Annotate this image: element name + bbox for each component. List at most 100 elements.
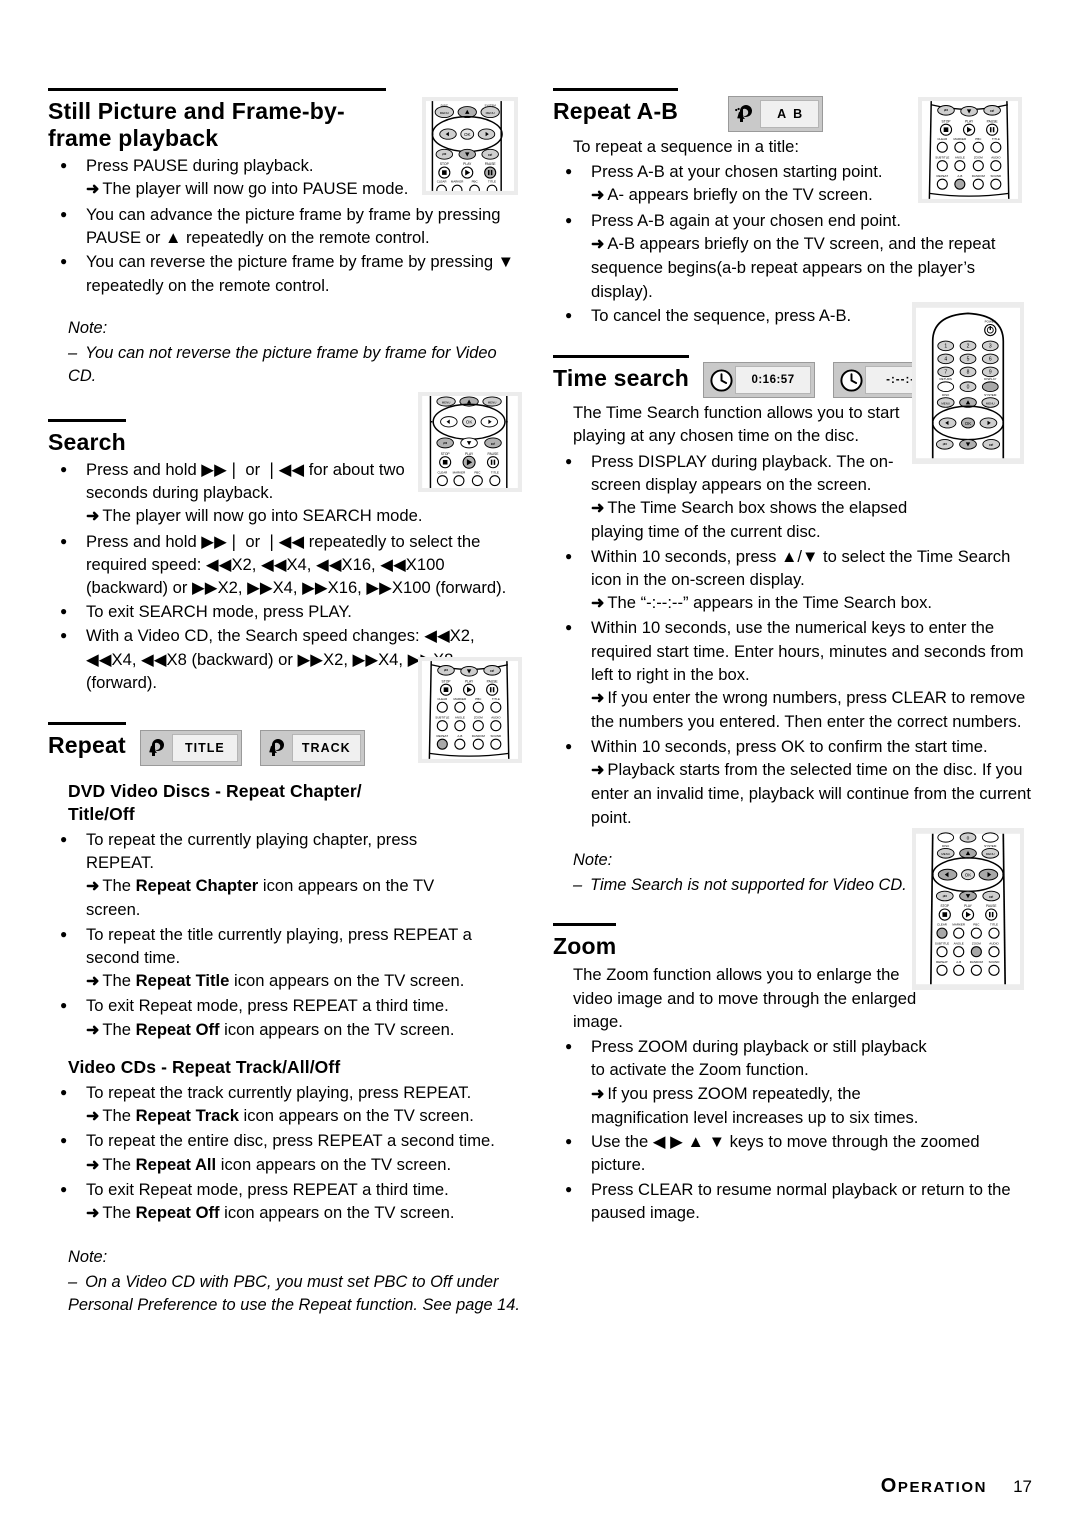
- arrow-text: The “-:--:--” appears in the Time Search…: [607, 593, 933, 613]
- list-item: Within 10 seconds, use the numerical key…: [553, 616, 1032, 733]
- time-bullets: Press DISPLAY during playback. The on-sc…: [553, 450, 1032, 829]
- arrow-text-post: icon appears on the TV screen.: [219, 1019, 455, 1039]
- bullet-text: Press and hold ▶▶❘ or ❘◀◀ repeatedly to …: [86, 531, 507, 598]
- svg-text:PAUSE: PAUSE: [487, 679, 499, 683]
- svg-text:STOP: STOP: [442, 679, 452, 683]
- clock-icon: [837, 366, 865, 394]
- svg-text:STOP: STOP: [441, 452, 451, 456]
- svg-text:DISC: DISC: [441, 104, 449, 108]
- svg-text:TITLE: TITLE: [990, 923, 998, 927]
- svg-text:MENU: MENU: [986, 852, 995, 856]
- svg-text:PBC: PBC: [472, 180, 478, 184]
- arrow-line: ➜ The Repeat Off icon appears on the TV s…: [86, 1018, 527, 1042]
- arrow-icon: ➜: [591, 499, 605, 517]
- svg-text:A-B: A-B: [457, 734, 462, 738]
- svg-text:OK: OK: [965, 421, 971, 426]
- note-text: You can not reverse the picture frame by…: [68, 344, 497, 386]
- svg-text:MENU: MENU: [440, 111, 449, 115]
- svg-text:MARKER: MARKER: [954, 137, 967, 141]
- svg-text:9: 9: [989, 370, 992, 376]
- list-item: To repeat the track currently playing, p…: [48, 1081, 527, 1129]
- svg-text:CLEAR: CLEAR: [437, 180, 447, 184]
- svg-text:TITLE: TITLE: [491, 470, 499, 474]
- svg-text:PBC: PBC: [475, 697, 482, 701]
- osd-badge-repeat-ab: AB: [728, 96, 824, 132]
- svg-text:PAUSE: PAUSE: [987, 119, 999, 123]
- arrow-text-post: icon appears on the TV screen.: [229, 971, 465, 991]
- heading-repeat: Repeat: [48, 722, 126, 759]
- svg-text:STOP: STOP: [941, 904, 950, 908]
- svg-text:CLEAR: CLEAR: [437, 697, 447, 701]
- repeat-icon: [144, 734, 172, 762]
- svg-text:7: 7: [944, 370, 947, 376]
- time-intro: The Time Search function allows you to s…: [573, 403, 900, 446]
- clock-icon: [707, 366, 735, 394]
- list-item: You can reverse the picture frame by fra…: [48, 250, 527, 296]
- svg-text:A-B: A-B: [956, 960, 961, 964]
- bullet-text: Press A-B again at your chosen end point…: [591, 210, 901, 230]
- svg-text:3: 3: [989, 344, 992, 350]
- list-item: You can advance the picture frame by fra…: [48, 203, 527, 249]
- arrow-text: The player will now go into PAUSE mode.: [102, 179, 409, 199]
- bullet-text: Use the ◀ ▶ ▲ ▼ keys to move through the…: [591, 1132, 980, 1175]
- svg-text:TITLE: TITLE: [488, 180, 496, 184]
- svg-text:⏮: ⏮: [943, 442, 947, 447]
- bullet-text: To repeat the track currently playing, p…: [86, 1082, 472, 1102]
- svg-text:REPEAT: REPEAT: [437, 734, 449, 738]
- bullet-text: To cancel the sequence, press A-B.: [591, 305, 852, 325]
- arrow-icon: ➜: [591, 595, 605, 613]
- bullet-text: To exit Repeat mode, press REPEAT a thir…: [86, 1180, 449, 1200]
- svg-text:SUBTITLE: SUBTITLE: [935, 941, 949, 945]
- note-dash: –: [68, 344, 78, 363]
- zoom-intro: The Zoom function allows you to enlarge …: [573, 965, 917, 1031]
- list-item: To exit Repeat mode, press REPEAT a thir…: [48, 1178, 527, 1226]
- svg-text:AUDIO: AUDIO: [491, 715, 501, 719]
- page-footer: OPERATION 17: [881, 1475, 1032, 1498]
- arrow-text: If you enter the wrong numbers, press CL…: [591, 688, 1026, 732]
- svg-text:8: 8: [967, 370, 970, 376]
- svg-text:SOUND: SOUND: [491, 734, 502, 738]
- osd-badge-time-elapsed: 0:16:57: [703, 362, 816, 399]
- vcd-repeat-bullets: To repeat the track currently playing, p…: [48, 1081, 527, 1226]
- arrow-icon: ➜: [591, 1085, 605, 1103]
- bullet-text: To repeat the entire disc, press REPEAT …: [86, 1131, 495, 1151]
- svg-text:MENU: MENU: [941, 852, 950, 856]
- remote-diagram-repeat: ⏮ ⏭ STOP PLAY PAUSE CLEAR MARKER PBC TIT…: [418, 657, 522, 763]
- footer-section-label-cap: O: [880, 1475, 898, 1497]
- svg-text:PAUSE: PAUSE: [488, 452, 500, 456]
- arrow-line: ➜ The “-:--:--” appears in the Time Searc…: [591, 591, 1032, 615]
- arrow-icon: ➜: [86, 508, 100, 526]
- section-repeat: Repeat TITLE TRACK DVD Video Discs - Rep…: [48, 722, 527, 1317]
- svg-text:PLAY: PLAY: [964, 904, 973, 908]
- badge-label-a: A: [777, 107, 794, 121]
- svg-text:⏮: ⏮: [443, 441, 447, 446]
- svg-text:ZOOM: ZOOM: [972, 941, 981, 945]
- svg-text:SUBTITLE: SUBTITLE: [935, 155, 949, 159]
- page-number: 17: [1013, 1477, 1032, 1496]
- remote-diagram-time-search: POWER 1 2 3 4 5 6 7 8 9 RETURN 0 DISPLAY…: [912, 302, 1024, 464]
- svg-text:PLAY: PLAY: [465, 452, 474, 456]
- repeat-icon: [264, 734, 292, 762]
- svg-text:STOP: STOP: [440, 162, 450, 166]
- svg-text:PAUSE: PAUSE: [485, 162, 497, 166]
- svg-text:AUDIO: AUDIO: [989, 941, 999, 945]
- svg-text:MARKER: MARKER: [453, 470, 466, 474]
- svg-text:⏮: ⏮: [944, 108, 948, 113]
- arrow-line: ➜ Playback starts from the selected time …: [591, 758, 1032, 829]
- svg-text:REPEAT: REPEAT: [936, 960, 948, 964]
- svg-text:RANDOM: RANDOM: [970, 960, 984, 964]
- arrow-icon: ➜: [86, 1156, 100, 1174]
- svg-text:MENU: MENU: [486, 111, 495, 115]
- arrow-line: ➜ The Repeat All icon appears on the TV s…: [86, 1153, 527, 1177]
- badge-label: TITLE: [171, 734, 238, 763]
- list-item: To exit SEARCH mode, press PLAY.: [48, 600, 527, 623]
- arrow-text-bold: Repeat Track: [135, 1106, 239, 1126]
- arrow-text-pre: The: [102, 971, 136, 991]
- svg-text:4: 4: [944, 357, 947, 363]
- list-item: Press DISPLAY during playback. The on-sc…: [553, 450, 941, 544]
- svg-text:ANGLE: ANGLE: [954, 941, 964, 945]
- svg-text:ZOOM: ZOOM: [474, 715, 483, 719]
- svg-text:POWER: POWER: [985, 320, 996, 324]
- bullet-text: You can reverse the picture frame by fra…: [86, 252, 515, 295]
- svg-text:SYSTEM: SYSTEM: [485, 104, 497, 108]
